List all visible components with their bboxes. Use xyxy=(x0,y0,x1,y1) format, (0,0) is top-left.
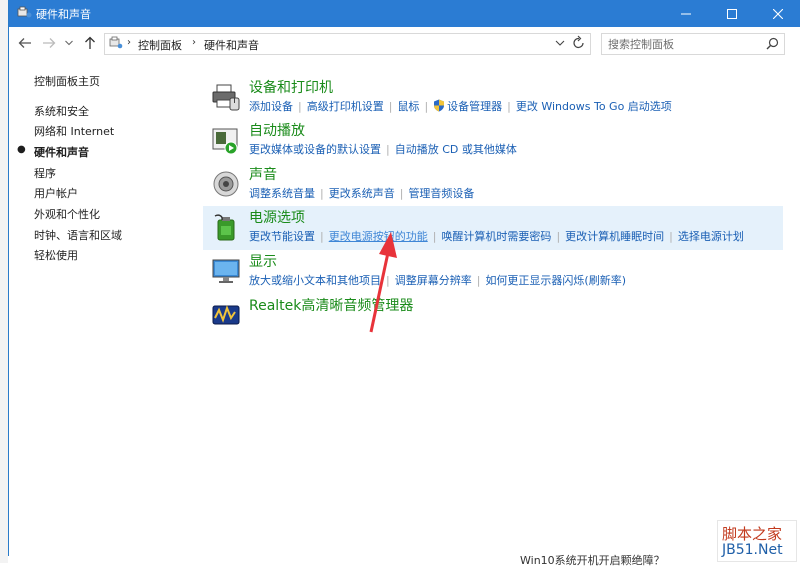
refresh-icon xyxy=(573,35,584,49)
link-divider: | xyxy=(432,230,437,243)
printer-icon xyxy=(211,82,241,112)
search-box[interactable] xyxy=(601,33,785,55)
section-title-autoplay[interactable]: 自动播放 xyxy=(249,120,305,140)
speaker-icon xyxy=(211,169,241,199)
section-title-power-options[interactable]: 电源选项 xyxy=(249,207,305,227)
minimize-button[interactable] xyxy=(663,0,709,27)
link-choose-power-plan[interactable]: 选择电源计划 xyxy=(678,230,744,243)
link-change-power-saving[interactable]: 更改节能设置 xyxy=(249,230,315,243)
link-add-device[interactable]: 添加设备 xyxy=(249,100,293,113)
chevron-down-icon xyxy=(65,40,73,46)
uac-shield-icon xyxy=(433,99,445,115)
link-divider: | xyxy=(298,100,302,113)
search-icon[interactable] xyxy=(766,37,779,53)
link-divider: | xyxy=(320,230,324,243)
link-device-manager[interactable]: 设备管理器 xyxy=(447,100,502,113)
link-change-sleep-time[interactable]: 更改计算机睡眠时间 xyxy=(565,230,664,243)
link-advanced-printer-setup[interactable]: 高级打印机设置 xyxy=(307,100,384,113)
refresh-button[interactable] xyxy=(572,34,590,52)
forward-button[interactable] xyxy=(41,35,57,51)
active-bullet-icon: ● xyxy=(17,144,26,155)
sidebar-item-appearance[interactable]: 外观和个性化 xyxy=(34,206,100,222)
section-power-options: 电源选项 更改节能设置 | 更改电源按钮的功能 | 唤醒计算机时需要密码 | 更改计算机睡眠… xyxy=(203,206,783,250)
link-manage-audio-devices[interactable]: 管理音频设备 xyxy=(408,187,474,200)
breadcrumb-separator-icon: › xyxy=(192,37,196,48)
navigation-bar: › 控制面板 › 硬件和声音 xyxy=(9,27,800,59)
section-title-sound[interactable]: 声音 xyxy=(249,164,277,184)
link-autoplay-cd[interactable]: 自动播放 CD 或其他媒体 xyxy=(395,143,517,156)
link-divider: | xyxy=(388,100,393,113)
link-mouse[interactable]: 鼠标 xyxy=(397,100,419,113)
battery-icon xyxy=(211,212,241,242)
realtek-icon xyxy=(211,300,241,330)
devices-printers-links: 添加设备 | 高级打印机设置 | 鼠标 | 设备管理器 | 更改 Windows To Go 启… xyxy=(249,98,672,115)
section-sound: 声音 调整系统音量 | 更改系统声音 | 管理音频设备 xyxy=(203,163,783,207)
background-desktop xyxy=(0,0,8,563)
autoplay-links: 更改媒体或设备的默认设置 | 自动播放 CD 或其他媒体 xyxy=(249,141,517,157)
hardware-sound-app-icon xyxy=(17,5,32,23)
breadcrumb-separator-icon: › xyxy=(127,37,131,48)
link-change-media-defaults[interactable]: 更改媒体或设备的默认设置 xyxy=(249,143,381,156)
power-options-links: 更改节能设置 | 更改电源按钮的功能 | 唤醒计算机时需要密码 | 更改计算机睡眠时间 | 选择… xyxy=(249,228,744,244)
sidebar-item-network[interactable]: 网络和 Internet xyxy=(34,123,114,139)
title-bar: 硬件和声音 xyxy=(9,0,800,27)
link-divider: | xyxy=(507,100,511,113)
section-devices-printers: 设备和打印机 添加设备 | 高级打印机设置 | 鼠标 | 设备管理器 | 更改 Windows … xyxy=(203,76,783,120)
maximize-button[interactable] xyxy=(709,0,755,27)
autoplay-icon xyxy=(211,125,241,155)
monitor-icon xyxy=(211,256,241,286)
breadcrumb-control-panel[interactable]: 控制面板 xyxy=(138,37,182,53)
link-divider: | xyxy=(669,230,673,243)
close-button[interactable] xyxy=(755,0,800,27)
link-adjust-volume[interactable]: 调整系统音量 xyxy=(249,187,315,200)
watermark-line-1: 脚本之家 xyxy=(722,525,783,543)
sidebar-item-ease-of-access[interactable]: 轻松使用 xyxy=(34,247,78,263)
back-arrow-icon xyxy=(18,38,31,48)
link-divider: | xyxy=(476,274,481,287)
sidebar-item-clock-region[interactable]: 时钟、语言和区域 xyxy=(34,227,122,243)
sidebar-item-programs[interactable]: 程序 xyxy=(34,165,56,181)
link-divider: | xyxy=(556,230,561,243)
back-button[interactable] xyxy=(17,35,33,51)
link-require-password-on-wake[interactable]: 唤醒计算机时需要密码 xyxy=(441,230,551,243)
section-realtek: Realtek高清晰音频管理器 xyxy=(203,294,783,338)
sidebar-item-home[interactable]: 控制面板主页 xyxy=(34,73,100,89)
sidebar-item-user-accounts[interactable]: 用户帐户 xyxy=(34,185,78,201)
control-panel-window: 硬件和声音 › 控制面板 › 硬件和声音 搜索控制面板 控制面板主页 系统和安全… xyxy=(8,0,800,556)
link-divider: | xyxy=(320,187,324,200)
sidebar-item-hardware-sound[interactable]: 硬件和声音 xyxy=(34,144,89,160)
recent-locations-button[interactable] xyxy=(61,35,77,51)
link-change-system-sounds[interactable]: 更改系统声音 xyxy=(329,187,395,200)
watermark-line-2: JB51.Net xyxy=(722,542,783,558)
link-divider: | xyxy=(424,100,429,113)
link-divider: | xyxy=(386,143,390,156)
link-refresh-rate[interactable]: 如何更正显示器闪烁(刷新率) xyxy=(485,274,626,287)
forward-arrow-icon xyxy=(43,38,56,48)
address-box[interactable]: › 控制面板 › 硬件和声音 xyxy=(104,33,591,55)
display-links: 放大或缩小文本和其他项目 | 调整屏幕分辨率 | 如何更正显示器闪烁(刷新率) xyxy=(249,272,626,288)
section-display: 显示 放大或缩小文本和其他项目 | 调整屏幕分辨率 | 如何更正显示器闪烁(刷新率) xyxy=(203,250,783,294)
watermark-logo: 脚本之家 JB51.Net xyxy=(717,520,797,562)
link-windows-to-go[interactable]: 更改 Windows To Go 启动选项 xyxy=(516,100,672,113)
search-input[interactable] xyxy=(608,36,758,52)
sidebar-item-system-security[interactable]: 系统和安全 xyxy=(34,103,89,119)
chevron-down-icon xyxy=(555,40,565,46)
section-title-display[interactable]: 显示 xyxy=(249,251,277,271)
section-autoplay: 自动播放 更改媒体或设备的默认设置 | 自动播放 CD 或其他媒体 xyxy=(203,119,783,163)
sound-links: 调整系统音量 | 更改系统声音 | 管理音频设备 xyxy=(249,185,474,201)
control-panel-location-icon xyxy=(109,36,123,53)
breadcrumb-hardware-sound[interactable]: 硬件和声音 xyxy=(204,37,259,53)
up-arrow-icon xyxy=(85,36,95,49)
background-status-text: Win10系统开机开启颗绝障？ xyxy=(520,554,665,567)
address-dropdown-button[interactable] xyxy=(555,34,571,52)
section-title-devices-printers[interactable]: 设备和打印机 xyxy=(249,77,333,97)
annotation-arrow-icon xyxy=(369,232,397,333)
up-button[interactable] xyxy=(82,35,98,51)
window-title: 硬件和声音 xyxy=(36,8,91,21)
link-divider: | xyxy=(399,187,404,200)
